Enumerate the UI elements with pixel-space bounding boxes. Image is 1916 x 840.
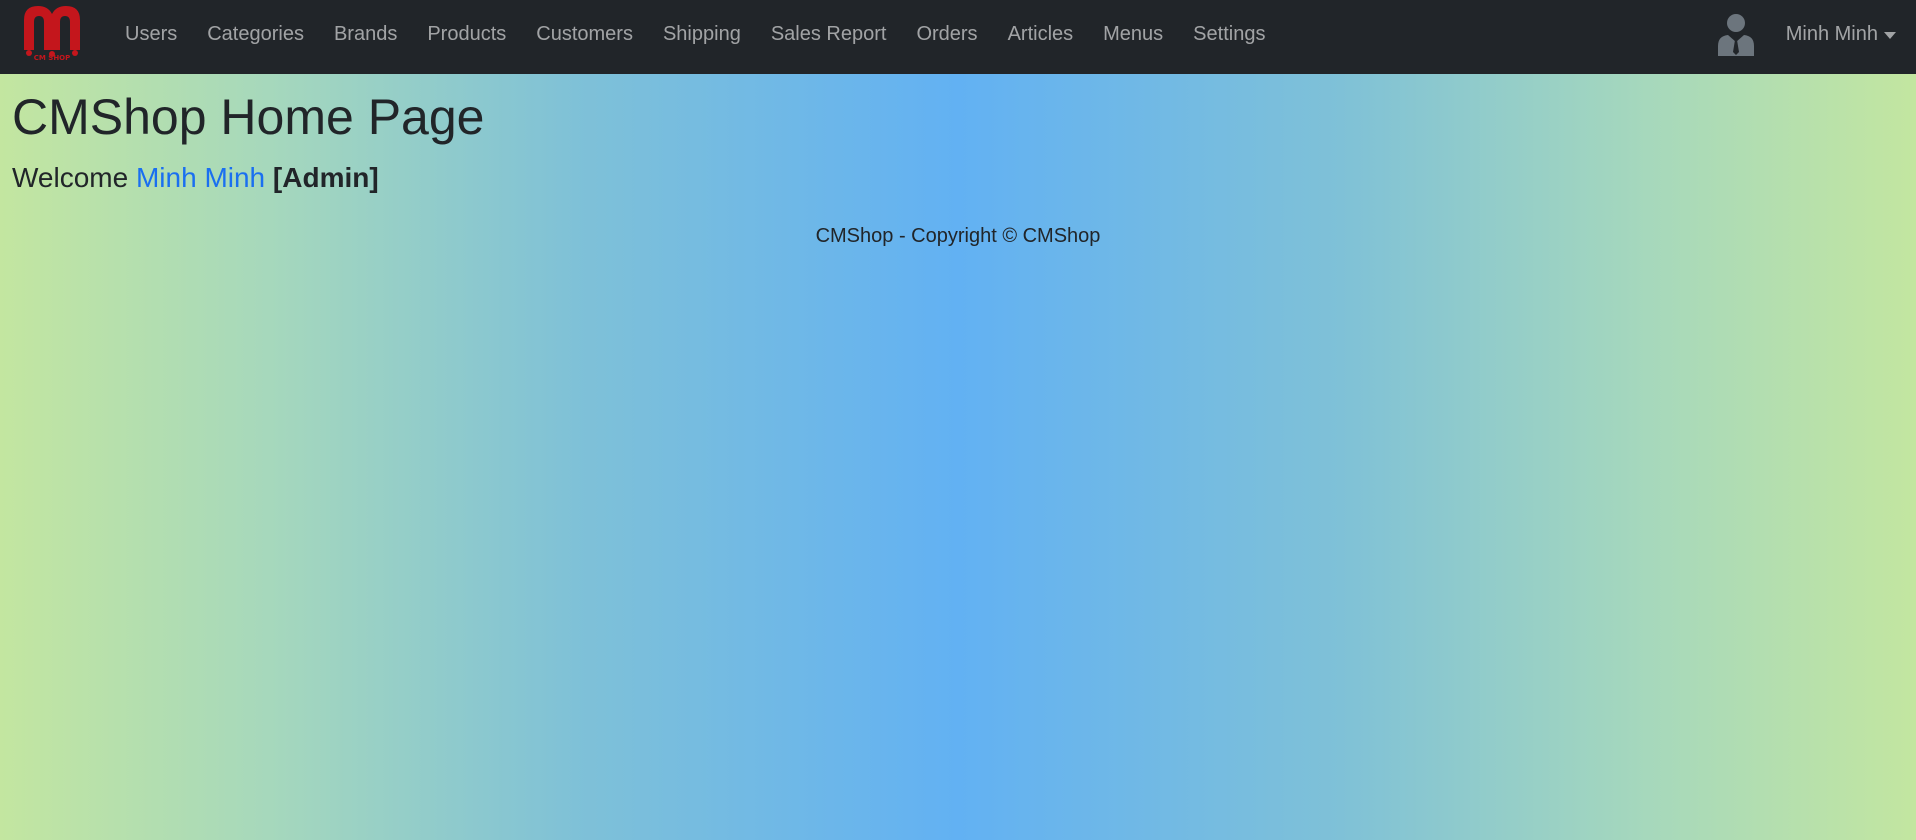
user-role: [Admin] [272,162,379,193]
user-area: Minh Minh [1716,0,1916,68]
nav-link-products[interactable]: Products [412,0,521,68]
user-dropdown-name: Minh Minh [1785,22,1878,45]
nav-link-menus[interactable]: Menus [1088,0,1178,68]
nav-link-brands[interactable]: Brands [319,0,412,68]
nav-link-articles[interactable]: Articles [993,0,1089,68]
top-navbar: CM SHOP Users Categories Brands Products… [0,0,1916,74]
nav-link-users[interactable]: Users [110,0,192,68]
welcome-prefix: Welcome [12,162,129,193]
nav-link-categories[interactable]: Categories [192,0,319,68]
footer-copyright: CMShop - Copyright © CMShop [815,225,1101,247]
logo[interactable]: CM SHOP [20,2,84,62]
nav-link-customers[interactable]: Customers [521,0,648,68]
nav-links: Users Categories Brands Products Custome… [110,0,1280,68]
logo-icon: CM SHOP [24,6,80,62]
logo-text: CM SHOP [34,54,71,62]
nav-link-shipping[interactable]: Shipping [648,0,756,68]
nav-link-sales-report[interactable]: Sales Report [756,0,902,68]
nav-link-orders[interactable]: Orders [901,0,992,68]
user-profile-link[interactable]: Minh Minh [136,162,265,193]
nav-link-settings[interactable]: Settings [1178,0,1280,68]
page-title: CMShop Home Page [12,89,485,145]
footer: CMShop - Copyright © CMShop [0,222,1916,250]
user-dropdown[interactable]: Minh Minh [1786,23,1916,46]
user-icon[interactable] [1716,12,1756,56]
main-content: CMShop Home Page Welcome Minh Minh [Admi… [12,82,484,198]
welcome-message: Welcome Minh Minh [Admin] [12,158,484,198]
caret-down-icon [1884,31,1896,39]
